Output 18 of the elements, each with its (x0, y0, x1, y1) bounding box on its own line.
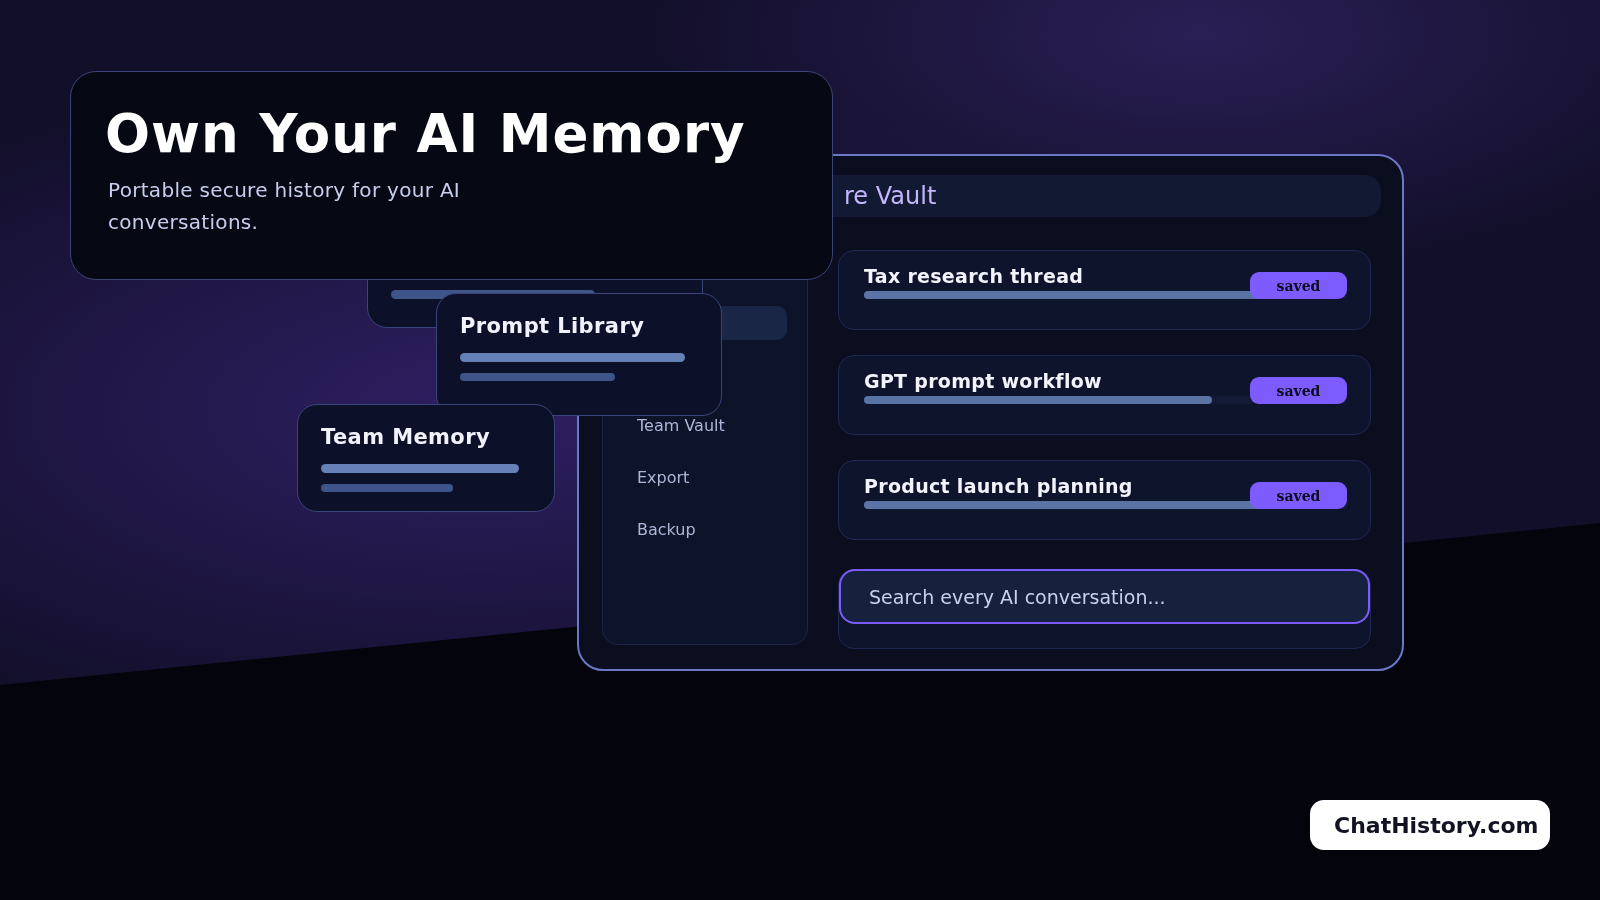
conversation-card[interactable]: Tax research thread saved (838, 250, 1371, 330)
search-field[interactable]: Search every AI conversation... (839, 569, 1370, 624)
conversation-card[interactable]: Product launch planning saved (838, 460, 1371, 540)
logo: ChatHistory.com (1310, 800, 1551, 850)
hero-title: Own Your AI Memory (105, 102, 747, 166)
status-badge: saved (1250, 377, 1347, 404)
conversation-title: Product launch planning (864, 475, 1133, 497)
conversation-title: Tax research thread (864, 265, 1084, 287)
status-badge: saved (1250, 482, 1347, 509)
conversation-card[interactable]: GPT prompt workflow saved (838, 355, 1371, 435)
status-badge: saved (1250, 272, 1347, 299)
conversation-title: GPT prompt workflow (864, 370, 1102, 392)
card-title: Team Memory (321, 425, 492, 449)
sidebar-item[interactable]: Backup (623, 520, 787, 572)
sidebar-item[interactable]: Export (623, 468, 787, 520)
card-title: Prompt Library (460, 314, 646, 338)
sidebar-item[interactable]: Team Vault (623, 416, 787, 468)
hero-subtitle: Portable secure history for your AI conversations. (108, 177, 462, 236)
